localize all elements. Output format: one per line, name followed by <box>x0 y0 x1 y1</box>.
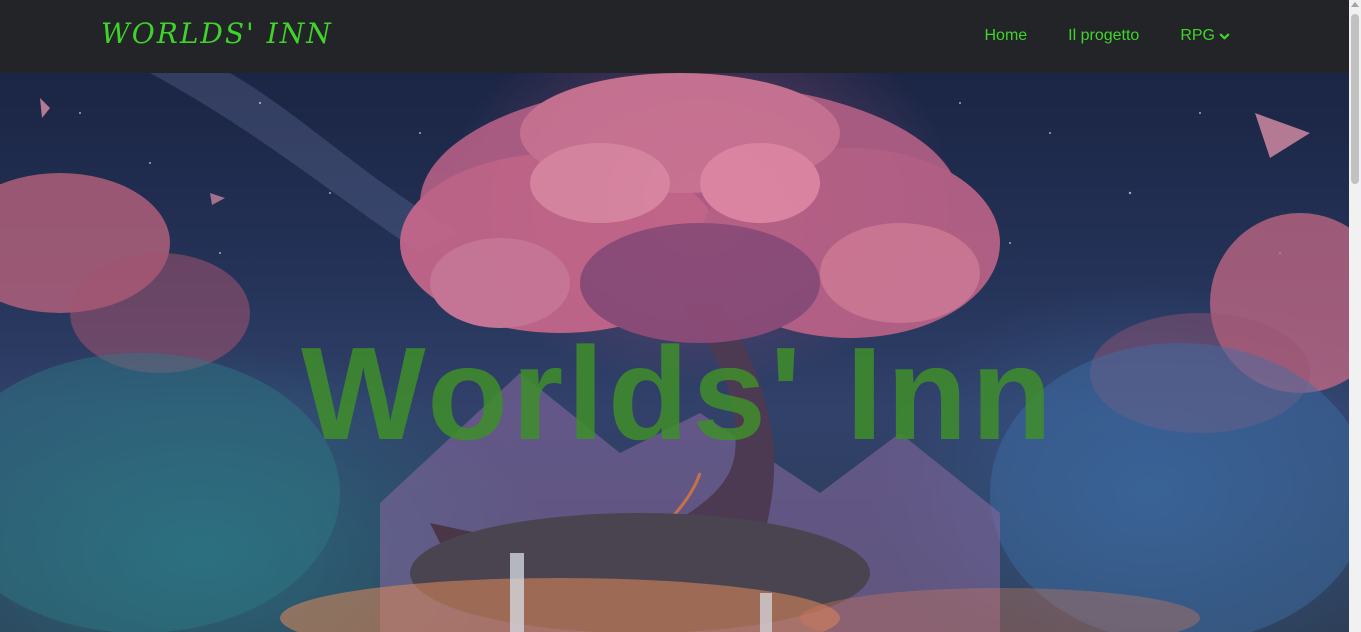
nav-link-rpg-label: RPG <box>1180 27 1215 44</box>
vertical-scrollbar[interactable] <box>1349 0 1361 632</box>
navbar: WORLDS' INN Home Il progetto RPG <box>0 0 1349 73</box>
nav-link-il-progetto[interactable]: Il progetto <box>1068 26 1139 46</box>
page: WORLDS' INN Home Il progetto RPG Worlds'… <box>0 0 1361 632</box>
chevron-down-icon <box>1219 33 1230 39</box>
hero-title: Worlds' Inn <box>301 320 1056 467</box>
scroll-up-arrow-icon[interactable] <box>1351 2 1359 7</box>
scrollbar-thumb[interactable] <box>1351 14 1359 184</box>
nav-link-home[interactable]: Home <box>984 26 1027 46</box>
hero-section: Worlds' Inn <box>0 73 1349 632</box>
nav-menu: Home Il progetto RPG <box>984 26 1230 46</box>
nav-link-rpg[interactable]: RPG <box>1180 26 1230 46</box>
brand-logo[interactable]: WORLDS' INN <box>101 17 333 50</box>
